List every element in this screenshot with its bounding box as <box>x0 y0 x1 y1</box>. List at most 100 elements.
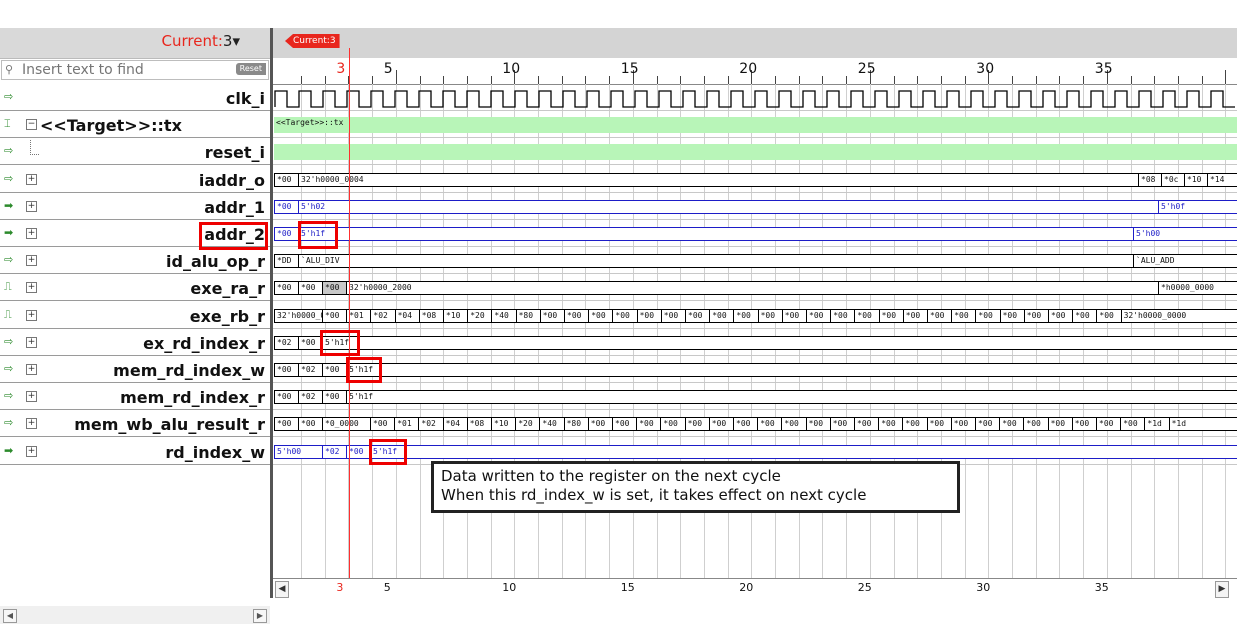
signal-value: *00 <box>1072 308 1097 323</box>
collapse-icon[interactable]: − <box>26 119 37 131</box>
expand-icon[interactable]: + <box>26 228 37 239</box>
expand-icon[interactable]: + <box>26 445 37 457</box>
ruler-tick <box>1012 76 1013 84</box>
signal-value: *h0000_0000 <box>1158 281 1237 296</box>
wave-clk-i[interactable] <box>273 86 1237 111</box>
wave-mem-rd-index-r[interactable]: *00 *02 *00 5'h1f <box>273 385 1237 411</box>
ruler-label: 20 <box>739 61 758 77</box>
signal-value: *00 <box>1096 417 1121 432</box>
ruler-tick <box>940 76 942 84</box>
signal-name: reset_i <box>204 143 265 163</box>
signal-value: *00 <box>274 199 298 214</box>
output-port-icon: ➡ <box>4 198 14 212</box>
expand-icon[interactable]: + <box>26 200 37 212</box>
wave-exe-rb-r[interactable]: 32'h0000_0000*00*01*02*04*08*10*20*40*80… <box>273 304 1237 329</box>
signal-row[interactable]: ⇨ + mem_rd_index_w <box>0 358 270 383</box>
signal-row[interactable]: ⇨ + ex_rd_index_r <box>0 331 270 356</box>
signal-value: *01 <box>394 417 419 432</box>
wave-mem-rd-index-w[interactable]: *00 *02 *00 5'h1f <box>273 358 1237 383</box>
signal-row[interactable]: ⇨ + iaddr_o <box>0 168 270 193</box>
ruler-label: 3 <box>336 61 346 77</box>
signal-value: *00 <box>685 308 710 323</box>
time-cursor[interactable] <box>349 48 350 598</box>
expand-icon[interactable]: + <box>26 391 37 403</box>
signal-value: *00 <box>975 417 1000 432</box>
input-port-icon: ⇨ <box>4 253 14 267</box>
signal-value: *00 <box>322 390 346 405</box>
wave-addr-1[interactable]: *00 5'h02 5'h0f <box>273 195 1237 220</box>
signal-row[interactable]: ⇨ reset_i <box>0 140 270 166</box>
wave-mem-wb-alu-result-r[interactable]: *00 *00 *0_0000 *00 *01 *02 *04 *08 *10 *20 *40 *80… <box>273 412 1237 438</box>
expand-icon[interactable]: + <box>26 336 37 348</box>
signal-name: iaddr_o <box>198 170 265 190</box>
signal-row[interactable]: ⎍ + exe_ra_r <box>0 276 270 302</box>
signal-value: *14 <box>1207 172 1237 187</box>
signal-value: 5'h00 <box>1133 227 1237 241</box>
chevron-down-icon[interactable]: ▾ <box>232 32 240 50</box>
expand-icon[interactable]: + <box>26 255 37 267</box>
scroll-left-icon[interactable]: ◀ <box>3 609 17 623</box>
ruler-tick <box>1035 76 1037 84</box>
current-label: Current: <box>161 32 223 50</box>
time-ruler[interactable]: 3 5 10 15 20 25 30 35 <box>273 58 1237 85</box>
signal-value: *00 <box>322 281 346 296</box>
ruler-label: 5 <box>383 61 393 77</box>
output-port-icon: ➡ <box>4 226 14 239</box>
ruler-tick <box>656 76 658 84</box>
signal-value: *08 <box>466 417 491 432</box>
wave-ex-rd-index-r[interactable]: *02 *00 5'h1f <box>273 331 1237 356</box>
signal-value: *00 <box>612 417 637 432</box>
signal-value: *00 <box>298 281 322 296</box>
scroll-right-icon[interactable]: ▶ <box>1215 581 1229 598</box>
wave-iaddr-o[interactable]: *00 32'h0000_0004 *08 *0c *10 *14 <box>273 168 1237 193</box>
cursor-tag[interactable]: Current:3 <box>285 34 340 48</box>
signal-value: *00 <box>274 172 298 187</box>
scroll-left-icon[interactable]: ◀ <box>275 581 289 598</box>
signal-row[interactable]: ➡ + addr_2 <box>0 222 270 247</box>
ruler-tick <box>561 76 563 84</box>
signal-value: 5'h1f <box>322 335 1237 350</box>
expand-icon[interactable]: + <box>26 418 37 430</box>
ruler-tick <box>917 76 919 84</box>
signal-name: exe_rb_r <box>189 306 265 326</box>
signal-value: *00 <box>999 417 1024 432</box>
signal-row[interactable]: ➡ + addr_1 <box>0 195 270 220</box>
signal-value: *00 <box>951 308 976 323</box>
expand-icon[interactable]: + <box>26 282 37 294</box>
input-port-icon: ⇨ <box>4 389 14 403</box>
wave-exe-ra-r[interactable]: *00 *00 *00 32'h0000_2000 *h0000_0000 <box>273 276 1237 302</box>
signal-row[interactable]: ➡ + rd_index_w <box>0 440 270 465</box>
signal-row[interactable]: ⇨ + mem_rd_index_r <box>0 385 270 411</box>
signal-value: *00 <box>274 227 298 241</box>
signal-value: *80 <box>515 308 540 323</box>
signal-value: *00 <box>926 417 951 432</box>
signal-row[interactable]: ⇨ + mem_wb_alu_result_r <box>0 412 270 438</box>
wave-addr-2[interactable]: *00 5'h1f 5'h00 <box>273 222 1237 247</box>
signal-row[interactable]: ⇨ + id_alu_op_r <box>0 249 270 275</box>
bottom-ruler-label: 5 <box>383 581 391 594</box>
wave-target-tx[interactable]: <<Target>>::tx <box>273 113 1237 139</box>
bottom-time-ruler[interactable]: ◀ ▶ 3 5 10 15 20 25 30 35 <box>273 578 1237 598</box>
ruler-tick <box>1154 76 1156 84</box>
search-input[interactable] <box>22 62 222 78</box>
signal-value: *20 <box>515 417 540 432</box>
wave-reset-i[interactable] <box>273 140 1237 166</box>
reset-button[interactable]: Reset <box>235 63 266 75</box>
signal-list-scrollbar[interactable]: ◀ ▶ <box>0 606 270 624</box>
expand-icon[interactable]: + <box>26 173 37 185</box>
expand-icon[interactable]: + <box>26 364 37 375</box>
bottom-ruler-label: 25 <box>857 581 872 594</box>
ruler-tick <box>538 76 539 84</box>
signal-row[interactable]: ⌶ − <<Target>>::tx <box>0 113 270 139</box>
wave-id-alu-op-r[interactable]: *DD `ALU_DIV `ALU_ADD <box>273 249 1237 275</box>
bottom-ruler-label: 10 <box>502 581 517 594</box>
signal-value: *02 <box>298 390 322 405</box>
ruler-label: 30 <box>976 61 995 77</box>
expand-icon[interactable]: + <box>26 309 37 321</box>
ruler-label: 15 <box>620 61 639 77</box>
scroll-right-icon[interactable]: ▶ <box>253 609 267 623</box>
signal-value: *00 <box>878 417 903 432</box>
current-time-selector[interactable]: Current:3▾ <box>162 32 240 50</box>
signal-row[interactable]: ⎍ + exe_rb_r <box>0 304 270 329</box>
signal-row[interactable]: ⇨ clk_i <box>0 86 270 111</box>
